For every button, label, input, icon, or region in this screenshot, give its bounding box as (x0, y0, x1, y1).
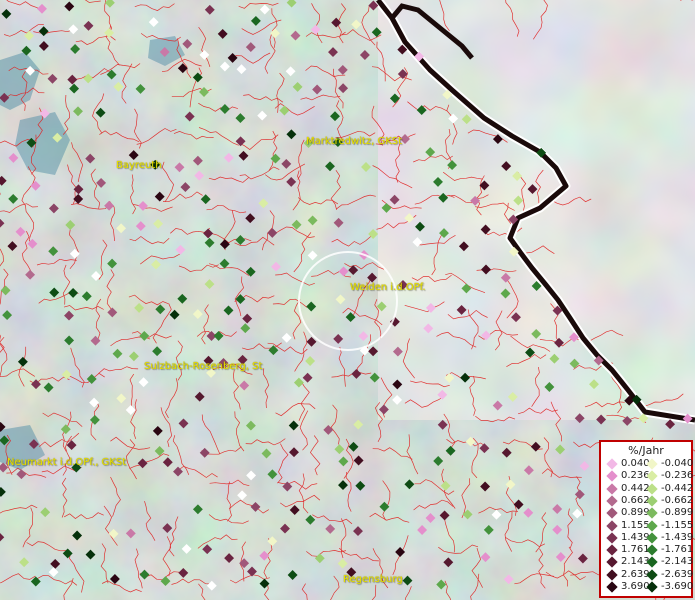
map-legend: %/Jahr 0.040 0.236 0.442 0.662 0.899 1.155 1.4… (599, 440, 693, 598)
legend-swatch (606, 507, 618, 519)
legend-swatch (606, 458, 618, 470)
legend-value: -0.236 (661, 470, 694, 482)
legend-value: -0.040 (661, 458, 694, 469)
legend-value: -0.442 (661, 482, 694, 494)
legend-swatch (606, 544, 618, 556)
legend-swatch (606, 556, 618, 569)
legend-value: -2.639 (661, 568, 694, 580)
legend-value: -0.662 (661, 494, 694, 506)
legend-value: 2.143 (621, 556, 650, 568)
legend-value: -2.143 (661, 556, 694, 568)
legend-swatch (606, 482, 618, 495)
map-view[interactable]: Bayreuth Marktredwitz, GKSt Weiden i.d.O… (0, 0, 695, 600)
legend-value: -1.761 (661, 544, 694, 556)
legend-value: 1.761 (621, 544, 650, 556)
legend-value: 0.236 (621, 470, 650, 482)
legend-swatch (606, 495, 618, 507)
legend-value: 0.899 (621, 507, 650, 519)
legend-swatch (606, 532, 618, 544)
legend-value: -0.899 (661, 507, 694, 519)
legend-swatch (606, 569, 618, 581)
map-canvas[interactable] (0, 0, 695, 600)
legend-value: -1.155 (661, 519, 694, 531)
legend-value: -1.439 (661, 531, 694, 543)
legend-swatch (606, 519, 618, 532)
legend-value: -3.690 (661, 581, 694, 592)
legend-swatch (606, 470, 618, 482)
legend-swatch (606, 581, 618, 593)
legend-title: %/Jahr (628, 444, 664, 457)
